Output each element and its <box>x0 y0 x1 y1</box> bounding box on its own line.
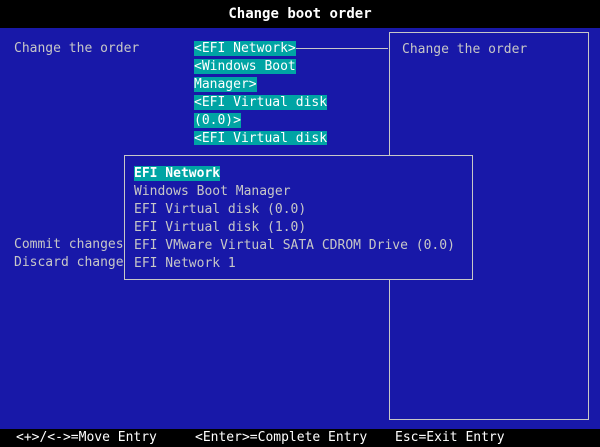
boot-order-item[interactable]: <EFI Virtual disk <box>194 94 334 112</box>
dropdown-item-windows-boot-manager[interactable]: Windows Boot Manager <box>134 183 472 201</box>
exit-entry-hint: Esc=Exit Entry <box>395 430 505 445</box>
boot-order-item[interactable]: <EFI Network> <box>194 40 334 58</box>
move-entry-hint: <+>/<->=Move Entry <box>16 430 157 445</box>
complete-entry-hint: <Enter>=Complete Entry <box>195 430 368 445</box>
boot-order-item[interactable]: <Windows Boot <box>194 58 334 76</box>
boot-order-item[interactable]: <EFI Virtual disk <box>194 130 334 145</box>
dropdown-item-efi-network[interactable]: EFI Network <box>134 165 472 183</box>
boot-order-list[interactable]: <EFI Network> <Windows Boot Manager> <EF… <box>194 40 334 145</box>
change-order-option[interactable]: Change the order <box>14 40 139 58</box>
dropdown-item-efi-virtual-disk-0[interactable]: EFI Virtual disk (0.0) <box>134 201 472 219</box>
help-text: Change the order <box>402 42 528 57</box>
boot-order-item[interactable]: (0.0)> <box>194 112 334 130</box>
boot-order-item[interactable]: Manager> <box>194 76 334 94</box>
boot-entry-dropdown[interactable]: EFI Network Windows Boot Manager EFI Vir… <box>124 155 473 280</box>
dropdown-item-sata-cdrom[interactable]: EFI VMware Virtual SATA CDROM Drive (0.0… <box>134 237 472 255</box>
discard-changes-option[interactable]: Discard change <box>14 254 124 272</box>
dropdown-item-efi-network-1[interactable]: EFI Network 1 <box>134 255 472 273</box>
commit-changes-option[interactable]: Commit changes <box>14 236 124 254</box>
key-help-bar: <+>/<->=Move Entry <Enter>=Complete Entr… <box>0 429 600 447</box>
dropdown-item-efi-virtual-disk-1[interactable]: EFI Virtual disk (1.0) <box>134 219 472 237</box>
window-title: Change boot order <box>0 0 600 28</box>
